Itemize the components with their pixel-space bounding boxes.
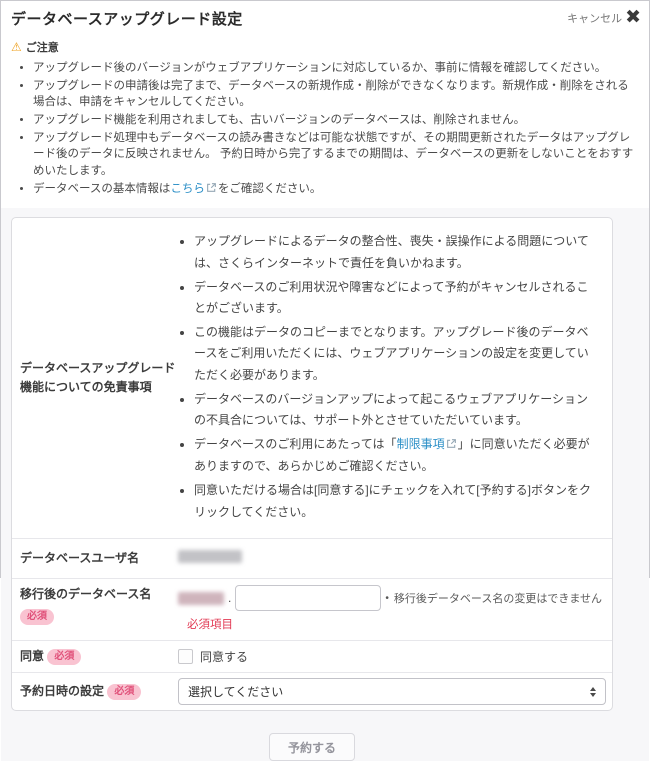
disclaimer-item: 同意いただける場合は[同意する]にチェックを入れて[予約する]ボタンをクリックし… xyxy=(194,480,598,523)
schedule-select-value: 選択してください xyxy=(188,683,590,700)
notice-heading: ⚠ ご注意 xyxy=(11,39,635,55)
page-title: データベースアップグレード設定 xyxy=(11,8,243,29)
db-name-input[interactable] xyxy=(235,585,381,611)
db-name-separator: . xyxy=(228,591,231,605)
warning-icon: ⚠ xyxy=(11,41,22,53)
db-user-row: データベースユーザ名 xyxy=(12,539,612,579)
required-badge: 必須 xyxy=(20,609,54,625)
reserve-button[interactable]: 予約する xyxy=(269,733,355,761)
disclaimer-label: データベースアップグレード 機能についての免責事項 xyxy=(12,359,178,397)
schedule-select[interactable]: 選択してください xyxy=(178,678,606,705)
db-name-row: 移行後のデータベース名 必須 . • 移行後データベース名の変更はできません 必… xyxy=(12,579,612,641)
notice-item: アップグレード処理中もデータベースの読み書きなどは可能な状態ですが、その期間更新… xyxy=(33,130,635,180)
db-name-value: . • 移行後データベース名の変更はできません 必須項目 xyxy=(178,585,612,632)
disclaimer-item: データベースのバージョンアップによって起こるウェブアプリケーションの不具合につい… xyxy=(194,389,598,432)
required-field-error: 必須項目 xyxy=(187,616,612,632)
form-area: データベースアップグレード 機能についての免責事項 アップグレードによるデータの… xyxy=(1,208,649,761)
agree-checkbox-label: 同意する xyxy=(200,648,248,665)
disclaimer-item: この機能はデータのコピーまでとなります。アップグレード後のデータベースをご利用い… xyxy=(194,322,598,387)
footer: 予約する xyxy=(1,711,649,761)
disclaimer-item: データベースのご利用状況や障害などによって予約がキャンセルされることがございます… xyxy=(194,277,598,320)
agree-checkbox-group[interactable]: 同意する xyxy=(178,648,612,665)
agree-label-cell: 同意 必須 xyxy=(12,647,178,666)
agree-checkbox[interactable] xyxy=(178,649,193,664)
required-badge: 必須 xyxy=(47,649,81,665)
bullet-icon: • xyxy=(385,593,389,604)
disclaimer-content: アップグレードによるデータの整合性、喪失・誤操作による問題については、さくらイン… xyxy=(178,231,612,525)
close-icon: ✖ xyxy=(625,8,641,27)
required-badge: 必須 xyxy=(107,684,141,700)
notice-item: アップグレード機能を利用されましても、古いバージョンのデータベースは、削除されま… xyxy=(33,112,635,129)
disclaimer-item: データベースのご利用にあたっては「制限事項」に同意いただく必要がありますので、あ… xyxy=(194,434,598,478)
db-name-label-cell: 移行後のデータベース名 必須 xyxy=(12,585,178,632)
db-user-label: データベースユーザ名 xyxy=(12,549,178,568)
cancel-label: キャンセル xyxy=(567,10,622,26)
external-link-icon xyxy=(446,435,457,457)
redacted-db-name-prefix xyxy=(178,592,224,605)
db-name-note: • 移行後データベース名の変更はできません xyxy=(385,590,602,606)
notice-item: アップグレード後のバージョンがウェブアプリケーションに対応しているか、事前に情報… xyxy=(33,60,635,77)
disclaimer-item: アップグレードによるデータの整合性、喪失・誤操作による問題については、さくらイン… xyxy=(194,231,598,274)
schedule-label-cell: 予約日時の設定 必須 xyxy=(12,682,178,701)
dialog-header: データベースアップグレード設定 キャンセル ✖ xyxy=(1,1,649,29)
cancel-button[interactable]: キャンセル ✖ xyxy=(567,8,641,27)
basic-info-link[interactable]: こちら xyxy=(170,183,205,195)
agree-value: 同意する xyxy=(178,648,612,665)
external-link-icon xyxy=(206,182,217,199)
schedule-row: 予約日時の設定 必須 選択してください xyxy=(12,673,612,710)
schedule-label: 予約日時の設定 xyxy=(20,684,104,698)
schedule-value: 選択してください xyxy=(178,678,612,705)
db-user-value xyxy=(178,550,612,568)
redacted-db-user-value xyxy=(178,550,242,563)
disclaimer-row: データベースアップグレード 機能についての免責事項 アップグレードによるデータの… xyxy=(12,218,612,539)
notice-item: アップグレードの申請後は完了まで、データベースの新規作成・削除ができなくなります… xyxy=(33,78,635,111)
disclaimer-list: アップグレードによるデータの整合性、喪失・誤操作による問題については、さくらイン… xyxy=(178,231,598,523)
notice-list: アップグレード後のバージョンがウェブアプリケーションに対応しているか、事前に情報… xyxy=(11,60,635,198)
agree-label: 同意 xyxy=(20,649,44,663)
notice-item: データベースの基本情報はこちらをご確認ください。 xyxy=(33,181,635,199)
notice-section: ⚠ ご注意 アップグレード後のバージョンがウェブアプリケーションに対応しているか… xyxy=(1,29,649,199)
restrictions-link[interactable]: 制限事項 xyxy=(397,437,445,451)
settings-table: データベースアップグレード 機能についての免責事項 アップグレードによるデータの… xyxy=(11,217,613,711)
notice-heading-label: ご注意 xyxy=(26,39,59,55)
select-updown-icon xyxy=(590,687,596,697)
agree-row: 同意 必須 同意する xyxy=(12,641,612,673)
db-name-label: 移行後のデータベース名 xyxy=(20,587,151,601)
